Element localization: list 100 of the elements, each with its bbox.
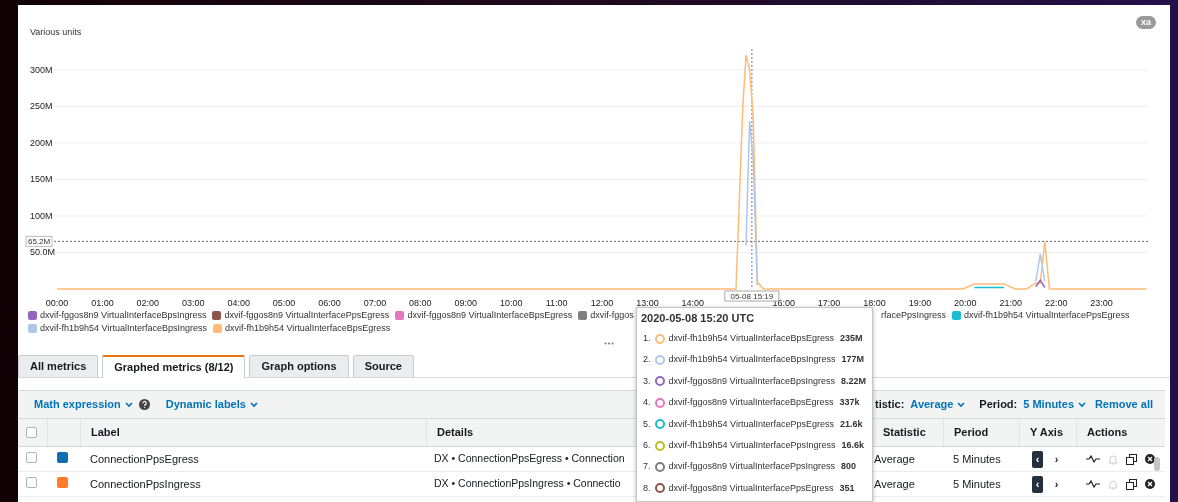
tick-label: 00:00 [45, 298, 69, 308]
checkbox[interactable] [26, 427, 37, 438]
series-value: 337k [839, 396, 860, 410]
tick-label: 13:00 [636, 298, 659, 308]
series-name: dxvif-fh1b9h54 VirtualInterfaceBpsEgress [668, 331, 834, 345]
metric-details: DX • ConnectionPpsIngress • Connectio [434, 477, 621, 490]
color-swatch[interactable] [57, 476, 68, 488]
tick-label: 14:00 [681, 298, 705, 308]
tick-label: 17:00 [817, 298, 841, 308]
item-index: 7. [643, 460, 651, 474]
color-swatch[interactable] [57, 451, 68, 463]
tick-label: 200M [30, 137, 53, 148]
help-icon[interactable] [138, 399, 150, 410]
series-name: dxvif-fh1b9h54 VirtualInterfacePpsIngress [668, 438, 836, 452]
item-index: 2. [643, 353, 651, 367]
item-index: 5. [643, 417, 651, 431]
math-expression-dropdown[interactable]: Math expression [34, 396, 133, 413]
legend-label: dxvif-fggos [590, 309, 634, 322]
drag-handle-icon[interactable] [604, 342, 614, 345]
legend-label: dxvif-fh1b9h54 VirtualInterfaceBpsIngress [40, 322, 207, 335]
legend-label: dxvif-fggos8n9 VirtualInterfacePpsEgress [224, 309, 390, 322]
close-icon[interactable] [1145, 454, 1155, 464]
tick-label: 11:00 [545, 298, 568, 308]
legend-label: dxvif-fh1b9h54 VirtualInterfaceBpsEgress [224, 322, 391, 335]
close-icon[interactable] [1145, 479, 1155, 489]
chevron-down-icon[interactable] [957, 401, 966, 408]
column-header[interactable]: Label [91, 424, 120, 441]
series-value: 351 [839, 481, 855, 495]
tick-label: 01:00 [91, 298, 114, 308]
statistic-label: tistic: [875, 397, 905, 413]
column-header[interactable]: Y Axis [1030, 424, 1064, 441]
tick-label: 16:00 [772, 298, 795, 308]
metric-label: ConnectionPpsIngress [90, 477, 201, 490]
statistic-value: Average [874, 452, 915, 465]
chevron-down-icon[interactable] [249, 401, 258, 408]
tick-label: 09:00 [454, 298, 477, 308]
period-label: Period: [979, 397, 1018, 413]
axis-label: Various units [30, 27, 82, 37]
reference-label: 65.2M [25, 235, 53, 247]
tab[interactable]: Source [352, 355, 414, 377]
period-value: 5 Minutes [953, 477, 1001, 490]
tick-label: 06:00 [318, 298, 341, 308]
item-index: 6. [643, 438, 651, 452]
graph-icon[interactable] [1086, 480, 1100, 488]
series-value: 16.6k [841, 438, 864, 452]
tick-label: 03:00 [182, 298, 205, 308]
ref-line-label: 05-08 15:19 [730, 292, 774, 301]
column-header[interactable]: Actions [1087, 424, 1128, 441]
chevron-down-icon[interactable] [1078, 401, 1086, 408]
tick-label: 50.0M [30, 247, 55, 258]
scrollbar-thumb[interactable] [1154, 457, 1160, 471]
tick-label: 04:00 [227, 298, 250, 308]
y-axis-toggle[interactable]: ‹ [1032, 475, 1043, 493]
legend-label: dxvif-fggos8n9 VirtualInterfaceBpsEgress [407, 309, 573, 322]
column-header[interactable]: Statistic [883, 424, 926, 441]
tick-label: 19:00 [908, 298, 932, 308]
tick-label: 12:00 [590, 298, 614, 308]
tick-label: 21:00 [999, 298, 1022, 308]
legend-label: dxvif-fh1b9h54 VirtualInterfacePpsEgress [964, 309, 1130, 322]
dynamic-labels-dropdown[interactable]: Dynamic labels [165, 396, 258, 413]
copy-icon[interactable] [1126, 478, 1137, 490]
tab[interactable]: Graph options [249, 355, 349, 377]
series-name: dxvif-fggos8n9 VirtualInterfacePpsIngress [668, 460, 835, 474]
series-name: dxvif-fggos8n9 VirtualInterfaceBpsEgress [668, 396, 834, 410]
tick-label: 08:00 [409, 298, 432, 308]
series-name: dxvif-fh1b9h54 VirtualInterfaceBpsIngress [668, 353, 836, 367]
tick-label: 02:00 [136, 298, 160, 308]
remove-all-link[interactable]: Remove all [1094, 396, 1153, 413]
tick-label: 22:00 [1044, 298, 1068, 308]
y-axis-toggle[interactable]: ‹ [1032, 450, 1043, 468]
item-index: 8. [643, 481, 651, 495]
graph-icon[interactable] [1086, 455, 1100, 463]
statistic-dropdown[interactable]: Average [910, 396, 966, 413]
series-value: 800 [840, 460, 856, 474]
column-header[interactable]: Details [437, 424, 474, 441]
y-axis-toggle[interactable]: › [1051, 475, 1062, 493]
legend-label: rfacePpsIngress [881, 309, 947, 322]
statistic-value: Average [874, 477, 915, 490]
period-dropdown[interactable]: 5 Minutes [1023, 396, 1086, 413]
tooltip-title: 2020-05-08 15:20 UTC [641, 312, 756, 325]
series-value: 177M [841, 353, 864, 367]
item-index: 3. [643, 374, 651, 388]
item-index: 4. [643, 396, 651, 410]
series-name: dxvif-fggos8n9 VirtualInterfaceBpsIngress [668, 374, 835, 388]
series-name: dxvif-fh1b9h54 VirtualInterfacePpsEgress [668, 417, 834, 431]
tick-label: 100M [30, 210, 53, 221]
copy-icon[interactable] [1126, 453, 1137, 465]
tab[interactable]: Graphed metrics (8/12) [102, 355, 246, 378]
tick-label: 07:00 [363, 298, 387, 308]
tick-label: 18:00 [863, 298, 886, 308]
tick-label: 05:00 [272, 298, 296, 308]
checkbox[interactable] [26, 476, 37, 488]
tick-label: 150M [30, 174, 53, 185]
column-header[interactable]: Period [954, 424, 989, 441]
tick-label: 300M [30, 64, 53, 75]
tick-label: 250M [30, 101, 53, 112]
tab[interactable]: All metrics [18, 355, 99, 377]
checkbox[interactable] [26, 451, 37, 463]
y-axis-toggle[interactable]: › [1051, 450, 1062, 468]
chevron-down-icon[interactable] [124, 401, 133, 408]
